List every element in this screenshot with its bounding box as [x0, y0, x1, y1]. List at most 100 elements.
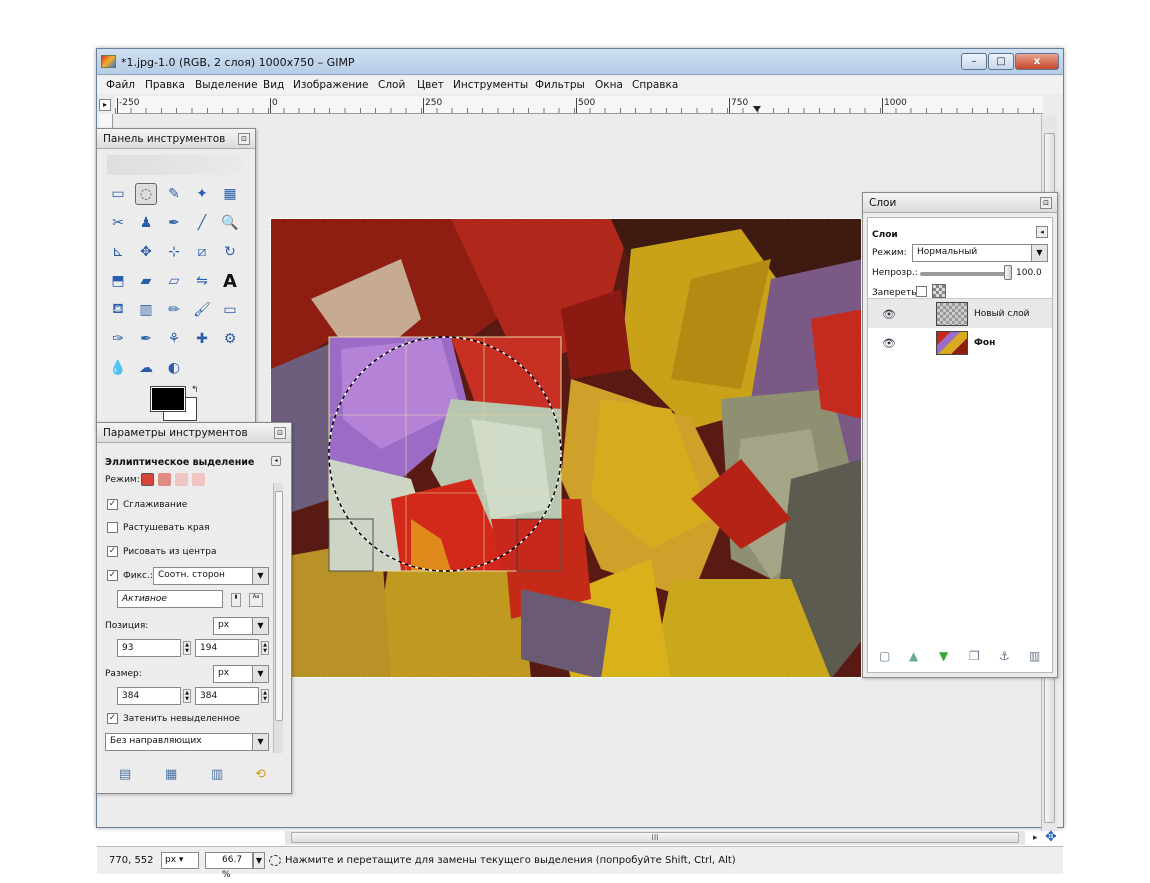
blur-tool-icon[interactable]: 💧 — [107, 357, 129, 379]
rotate-tool-icon[interactable]: ↻ — [219, 241, 241, 263]
duplicate-layer-icon[interactable]: ❐ — [969, 649, 980, 663]
zoom-dropdown-icon[interactable]: ▼ — [253, 852, 265, 869]
size-height-spin[interactable]: ▲ ▼ — [261, 689, 269, 703]
aspect-icon[interactable]: Aa — [249, 593, 263, 607]
opacity-value[interactable]: 100.0 — [1016, 268, 1042, 278]
scroll-right-icon[interactable]: ▸ — [1033, 833, 1038, 843]
save-options-icon[interactable]: ▤ — [119, 767, 131, 782]
fixed-checkbox[interactable]: ✓ — [107, 570, 118, 581]
reset-options-icon[interactable]: ⟲ — [255, 767, 266, 782]
menu-tools[interactable]: Инструменты — [453, 79, 528, 91]
layers-menu-icon[interactable]: ◂ — [1036, 226, 1048, 238]
scroll-thumb[interactable]: III — [291, 832, 1019, 843]
size-unit-select[interactable]: px ▼ — [213, 665, 269, 683]
restore-options-icon[interactable]: ▦ — [165, 767, 177, 782]
position-y-spin[interactable]: ▲ ▼ — [261, 641, 269, 655]
perspective-clone-tool-icon[interactable]: ⚙ — [219, 328, 241, 350]
airbrush-tool-icon[interactable]: ✑ — [107, 328, 129, 350]
menu-edit[interactable]: Правка — [145, 79, 185, 91]
menu-image[interactable]: Изображение — [293, 79, 369, 91]
foreground-color[interactable] — [150, 386, 186, 412]
lock-pixels-checkbox[interactable] — [916, 286, 927, 297]
raise-layer-icon[interactable]: ▲ — [909, 649, 918, 663]
maximize-button[interactable]: □ — [988, 53, 1014, 70]
mode-replace-button[interactable] — [141, 473, 154, 486]
unit-select[interactable]: px ▾ — [161, 852, 199, 869]
heal-tool-icon[interactable]: ✚ — [191, 328, 213, 350]
size-height-input[interactable]: 384 — [195, 687, 259, 705]
visibility-eye-icon[interactable]: 👁 — [882, 337, 896, 350]
color-select-tool-icon[interactable]: ▦ — [219, 183, 241, 205]
fixed-value-input[interactable]: Активное — [117, 590, 223, 608]
align-tool-icon[interactable]: ⊹ — [163, 241, 185, 263]
clone-tool-icon[interactable]: ⚘ — [163, 328, 185, 350]
position-x-spin[interactable]: ▲ ▼ — [183, 641, 191, 655]
menu-help[interactable]: Справка — [632, 79, 678, 91]
foreground-select-tool-icon[interactable]: ♟ — [135, 212, 157, 234]
layer-item[interactable]: 👁 Новый слой — [868, 298, 1052, 328]
menu-layer[interactable]: Слой — [378, 79, 405, 91]
menu-file[interactable]: Файл — [106, 79, 135, 91]
horizontal-ruler[interactable]: -250 0 250 500 750 1000 — [115, 96, 1043, 114]
clear-icon[interactable]: ▮ — [231, 593, 241, 607]
ink-tool-icon[interactable]: ✒ — [135, 328, 157, 350]
position-unit-select[interactable]: px ▼ — [213, 617, 269, 635]
paintbrush-tool-icon[interactable]: 🖌 — [191, 299, 213, 321]
tool-options-menu-icon[interactable]: ◂ — [271, 456, 281, 466]
layers-close-button[interactable]: ⊡ — [1040, 197, 1052, 209]
scale-tool-icon[interactable]: ⬒ — [107, 270, 129, 292]
perspective-tool-icon[interactable]: ▱ — [163, 270, 185, 292]
fuzzy-select-tool-icon[interactable]: ✦ — [191, 183, 213, 205]
tool-options-scrollbar[interactable] — [273, 483, 283, 753]
lower-layer-icon[interactable]: ▼ — [939, 649, 948, 663]
ellipse-select-tool-icon[interactable]: ◌ — [135, 183, 157, 205]
antialias-checkbox[interactable]: ✓ — [107, 499, 118, 510]
position-x-input[interactable]: 93 — [117, 639, 181, 657]
menu-select[interactable]: Выделение — [195, 79, 258, 91]
quick-mask-toggle[interactable]: ▸ — [99, 99, 111, 111]
mode-intersect-button[interactable] — [192, 473, 205, 486]
scissors-tool-icon[interactable]: ✂ — [107, 212, 129, 234]
color-picker-tool-icon[interactable]: ╱ — [191, 212, 213, 234]
delete-layer-icon[interactable]: ▥ — [1029, 649, 1040, 663]
mode-add-button[interactable] — [158, 473, 171, 486]
zoom-tool-icon[interactable]: 🔍 — [219, 212, 241, 234]
eraser-tool-icon[interactable]: ▭ — [219, 299, 241, 321]
swap-colors-icon[interactable]: ↰ — [191, 385, 199, 395]
paths-tool-icon[interactable]: ✒ — [163, 212, 185, 234]
wilber-drop-area[interactable] — [107, 155, 243, 175]
flip-tool-icon[interactable]: ⇋ — [191, 270, 213, 292]
anchor-layer-icon[interactable]: ⚓ — [999, 649, 1010, 663]
text-tool-icon[interactable]: A — [219, 270, 241, 292]
from-center-checkbox[interactable]: ✓ — [107, 546, 118, 557]
navigate-icon[interactable]: ✥ — [1045, 829, 1057, 845]
new-layer-icon[interactable]: ▢ — [879, 649, 890, 663]
blend-tool-icon[interactable]: ▥ — [135, 299, 157, 321]
dodge-burn-tool-icon[interactable]: ◐ — [163, 357, 185, 379]
close-button[interactable]: x — [1015, 53, 1059, 70]
layer-mode-select[interactable]: Нормальный ▼ — [912, 244, 1048, 262]
menu-windows[interactable]: Окна — [595, 79, 623, 91]
zoom-input[interactable]: 66.7 % — [205, 852, 253, 880]
menu-filters[interactable]: Фильтры — [535, 79, 585, 91]
opacity-slider-knob[interactable] — [1004, 265, 1012, 280]
tool-options-close-button[interactable]: ⊡ — [274, 427, 286, 439]
toolbox-close-button[interactable]: ⊡ — [238, 133, 250, 145]
smudge-tool-icon[interactable]: ☁ — [135, 357, 157, 379]
position-y-input[interactable]: 194 — [195, 639, 259, 657]
lock-alpha-icon[interactable] — [932, 284, 946, 298]
size-width-input[interactable]: 384 — [117, 687, 181, 705]
shear-tool-icon[interactable]: ▰ — [135, 270, 157, 292]
menu-view[interactable]: Вид — [263, 79, 284, 91]
mode-subtract-button[interactable] — [175, 473, 188, 486]
fixed-mode-select[interactable]: Соотн. сторон ▼ — [153, 567, 269, 585]
guides-select[interactable]: Без направляющих ▼ — [105, 733, 269, 751]
free-select-tool-icon[interactable]: ✎ — [163, 183, 185, 205]
visibility-eye-icon[interactable]: 👁 — [882, 308, 896, 321]
pencil-tool-icon[interactable]: ✏ — [163, 299, 185, 321]
size-width-spin[interactable]: ▲ ▼ — [183, 689, 191, 703]
horizontal-scrollbar[interactable]: III — [285, 831, 1025, 845]
layer-item[interactable]: 👁 Фон — [868, 328, 1052, 358]
opacity-slider[interactable] — [920, 272, 1008, 276]
move-tool-icon[interactable]: ✥ — [135, 241, 157, 263]
